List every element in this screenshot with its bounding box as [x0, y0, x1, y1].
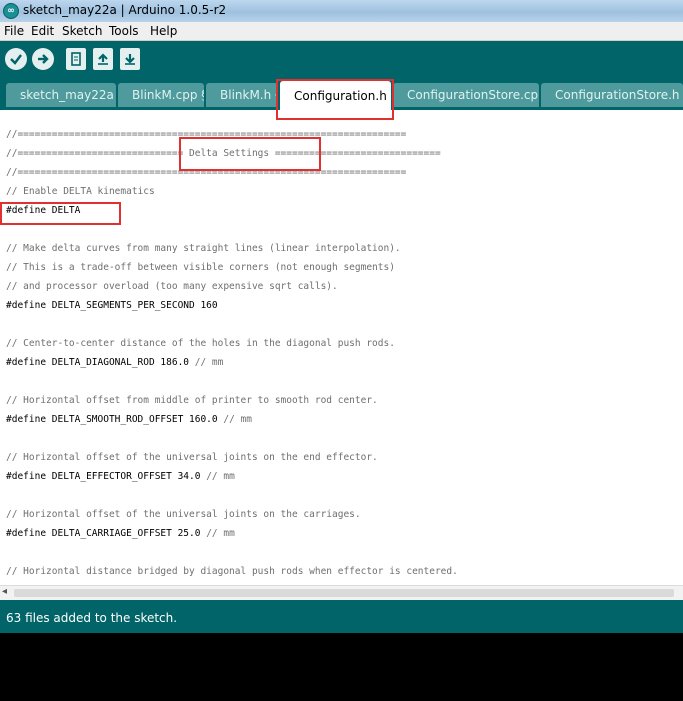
highlight-delta-settings	[179, 137, 321, 171]
arduino-logo-icon: ∞	[3, 3, 19, 19]
code-comment: // Center-to-center distance of the hole…	[6, 338, 395, 349]
tab-sketch-may22a[interactable]: sketch_may22a	[6, 83, 116, 107]
code-line[interactable]: // Center-to-center distance of the hole…	[6, 334, 395, 353]
menu-bar: File Edit Sketch Tools Help	[0, 22, 683, 41]
menu-help[interactable]: Help	[150, 24, 177, 38]
code-line[interactable]: #define DELTA_SEGMENTS_PER_SECOND 160	[6, 296, 218, 315]
status-message: 63 files added to the sketch.	[6, 611, 178, 625]
code-comment: // Horizontal distance bridged by diagon…	[6, 566, 458, 577]
code-line[interactable]: // Horizontal distance bridged by diagon…	[6, 562, 458, 581]
highlight-define-delta	[0, 202, 121, 225]
open-button[interactable]	[93, 48, 113, 70]
horizontal-scrollbar[interactable]: ◂	[0, 585, 683, 600]
check-icon	[10, 54, 22, 65]
code-comment: // Horizontal offset of the universal jo…	[6, 509, 361, 520]
arrow-up-icon	[98, 53, 108, 65]
tab-configurationstore-cpp[interactable]: ConfigurationStore.cpp	[393, 83, 539, 107]
code-directive: #define DELTA_SEGMENTS_PER_SECOND 160	[6, 300, 218, 311]
code-comment: // Horizontal offset of the universal jo…	[6, 452, 378, 463]
tab-configurationstore-h[interactable]: ConfigurationStore.h §	[541, 83, 683, 107]
code-comment: // mm	[200, 471, 235, 482]
code-comment: // mm	[200, 528, 235, 539]
code-line[interactable]: // Make delta curves from many straight …	[6, 239, 401, 258]
console-output[interactable]	[0, 633, 683, 701]
window-title: sketch_may22a | Arduino 1.0.5-r2	[23, 3, 227, 17]
tab-blinkm-h[interactable]: BlinkM.h §	[206, 83, 278, 107]
menu-file[interactable]: File	[4, 24, 24, 38]
new-button[interactable]	[66, 48, 86, 70]
highlight-active-tab	[276, 79, 394, 120]
code-line[interactable]: // Horizontal offset of the universal jo…	[6, 448, 378, 467]
code-line[interactable]: #define DELTA_DIAGONAL_ROD 186.0 // mm	[6, 353, 223, 372]
code-line[interactable]: // Horizontal offset from middle of prin…	[6, 391, 378, 410]
code-comment: // mm	[217, 414, 252, 425]
scrollbar-thumb[interactable]	[14, 589, 674, 597]
arrow-right-icon	[38, 54, 49, 64]
code-comment: // mm	[189, 357, 224, 368]
status-bar: 63 files added to the sketch.	[0, 600, 683, 633]
code-line[interactable]: #define DELTA_SMOOTH_ROD_OFFSET 160.0 //…	[6, 410, 252, 429]
title-bar[interactable]: ∞ sketch_may22a | Arduino 1.0.5-r2	[0, 0, 683, 22]
code-line[interactable]: // This is a trade-off between visible c…	[6, 258, 395, 277]
tab-blinkm-cpp[interactable]: BlinkM.cpp §	[118, 83, 204, 107]
code-directive: #define DELTA_SMOOTH_ROD_OFFSET 160.0	[6, 414, 218, 425]
menu-edit[interactable]: Edit	[31, 24, 54, 38]
code-line[interactable]: #define DELTA_EFFECTOR_OFFSET 34.0 // mm	[6, 467, 235, 486]
code-comment: // This is a trade-off between visible c…	[6, 262, 395, 273]
code-comment: // Horizontal offset from middle of prin…	[6, 395, 378, 406]
code-directive: #define DELTA_EFFECTOR_OFFSET 34.0	[6, 471, 201, 482]
scroll-left-icon[interactable]: ◂	[2, 586, 7, 597]
menu-sketch[interactable]: Sketch	[62, 24, 102, 38]
code-line[interactable]: // and processor overload (too many expe…	[6, 277, 338, 296]
toolbar	[0, 41, 683, 77]
arrow-down-icon	[125, 54, 135, 65]
save-button[interactable]	[120, 48, 140, 70]
code-editor[interactable]: //======================================…	[0, 110, 683, 585]
new-file-icon	[71, 52, 81, 66]
code-comment: // and processor overload (too many expe…	[6, 281, 338, 292]
menu-tools[interactable]: Tools	[109, 24, 139, 38]
code-comment: // Enable DELTA kinematics	[6, 186, 155, 197]
upload-button[interactable]	[32, 48, 54, 70]
verify-button[interactable]	[5, 48, 27, 70]
code-line[interactable]: // Horizontal offset of the universal jo…	[6, 505, 361, 524]
code-line[interactable]: // Enable DELTA kinematics	[6, 182, 155, 201]
code-directive: #define DELTA_CARRIAGE_OFFSET 25.0	[6, 528, 201, 539]
code-comment: // Make delta curves from many straight …	[6, 243, 401, 254]
code-directive: #define DELTA_DIAGONAL_ROD 186.0	[6, 357, 190, 368]
code-line[interactable]: #define DELTA_CARRIAGE_OFFSET 25.0 // mm	[6, 524, 235, 543]
